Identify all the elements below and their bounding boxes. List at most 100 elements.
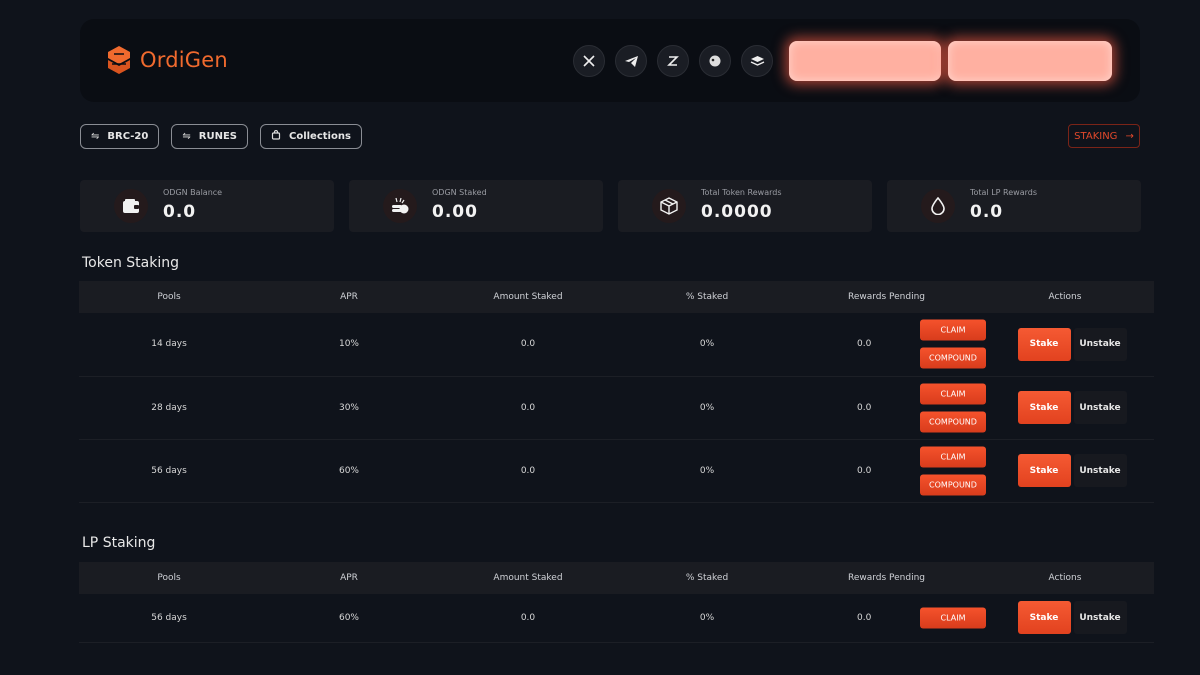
column-header: Amount Staked	[439, 562, 617, 594]
column-header: % Staked	[617, 562, 797, 594]
actions-cell: Stake Unstake	[976, 594, 1154, 643]
ordigen-logo-icon	[108, 46, 130, 74]
stat-label: Total Token Rewards	[701, 188, 782, 197]
drop-icon	[921, 189, 955, 223]
top-header: OrdiGen	[80, 19, 1140, 102]
stat-value: 0.0	[163, 202, 197, 222]
chip-collections[interactable]: Collections	[259, 124, 362, 149]
token-staking-table: Pools APR Amount Staked % Staked Rewards…	[79, 281, 1154, 503]
column-header: Pools	[79, 281, 259, 313]
swap-icon: ⇋	[182, 131, 191, 142]
chip-label: BRC-20	[107, 131, 149, 142]
unstake-button[interactable]: Unstake	[1073, 601, 1127, 635]
lp-staking-table: Pools APR Amount Staked % Staked Rewards…	[79, 562, 1154, 643]
coingecko-icon[interactable]	[699, 45, 731, 77]
compound-button[interactable]: COMPOUND	[920, 474, 986, 495]
compound-button[interactable]: COMPOUND	[920, 411, 986, 432]
stake-button[interactable]: Stake	[1017, 601, 1071, 635]
chip-label: RUNES	[198, 131, 237, 142]
header-action-button-1[interactable]	[789, 41, 941, 81]
stat-label: Total LP Rewards	[970, 188, 1038, 197]
apr-cell: 10%	[259, 313, 439, 377]
column-header: % Staked	[617, 281, 797, 313]
x-icon[interactable]	[573, 45, 605, 77]
stat-label: ODGN Balance	[163, 188, 223, 197]
actions-cell: Stake Unstake	[976, 313, 1154, 377]
arrow-right-icon: →	[1125, 130, 1134, 142]
rewards-cell: 0.0 CLAIM	[797, 594, 986, 643]
rewards-value: 0.0	[857, 465, 872, 476]
pool-cell: 14 days	[79, 313, 259, 377]
stat-card-staked: ODGN Staked 0.00	[349, 180, 603, 232]
lp-staking-title: LP Staking	[82, 535, 156, 551]
table-header-row: Pools APR Amount Staked % Staked Rewards…	[79, 562, 1154, 594]
rewards-value: 0.0	[857, 339, 872, 350]
table-row: 56 days 60% 0.0 0% 0.0 CLAIM Stake Unsta…	[79, 594, 1154, 643]
actions-cell: Stake Unstake	[976, 439, 1154, 503]
claim-button[interactable]: CLAIM	[920, 446, 986, 467]
table-header-row: Pools APR Amount Staked % Staked Rewards…	[79, 281, 1154, 313]
stake-button[interactable]: Stake	[1017, 327, 1071, 361]
column-header: Rewards Pending	[797, 562, 976, 594]
staking-button[interactable]: STAKING →	[1068, 124, 1140, 148]
amount-cell: 0.0	[439, 376, 617, 440]
chip-brc20[interactable]: ⇋ BRC-20	[80, 124, 160, 149]
unstake-button[interactable]: Unstake	[1073, 391, 1127, 424]
chip-label: Collections	[288, 131, 351, 142]
stat-value: 0.0000	[701, 202, 773, 222]
claim-button[interactable]: CLAIM	[920, 607, 986, 629]
dextools-icon[interactable]	[657, 45, 689, 77]
unstake-button[interactable]: Unstake	[1073, 454, 1127, 487]
apr-cell: 60%	[259, 594, 439, 643]
staking-label: STAKING	[1074, 130, 1118, 142]
column-header: Actions	[976, 281, 1154, 313]
stat-value: 0.0	[970, 202, 1004, 222]
stake-button[interactable]: Stake	[1017, 454, 1071, 487]
stake-button[interactable]: Stake	[1017, 391, 1071, 424]
table-row: 56 days 60% 0.0 0% 0.0 CLAIM COMPOUND St…	[79, 439, 1154, 503]
rewards-cell: 0.0 CLAIM COMPOUND	[797, 313, 986, 377]
stat-card-lp-rewards: Total LP Rewards 0.0	[887, 180, 1141, 232]
pct-cell: 0%	[617, 439, 797, 503]
rewards-value: 0.0	[857, 402, 872, 413]
claim-button[interactable]: CLAIM	[920, 383, 986, 404]
column-header: Amount Staked	[439, 281, 617, 313]
pct-cell: 0%	[617, 594, 797, 643]
apr-cell: 30%	[259, 376, 439, 440]
token-staking-title: Token Staking	[82, 255, 179, 271]
telegram-icon[interactable]	[615, 45, 647, 77]
swap-icon: ⇋	[91, 131, 100, 142]
brand-logo[interactable]: OrdiGen	[106, 45, 228, 75]
column-header: Pools	[79, 562, 259, 594]
actions-cell: Stake Unstake	[976, 376, 1154, 440]
table-row: 28 days 30% 0.0 0% 0.0 CLAIM COMPOUND St…	[79, 376, 1154, 440]
column-header: APR	[259, 562, 439, 594]
pool-cell: 56 days	[79, 439, 259, 503]
column-header: Rewards Pending	[797, 281, 976, 313]
amount-cell: 0.0	[439, 313, 617, 377]
bag-icon	[271, 129, 281, 143]
apr-cell: 60%	[259, 439, 439, 503]
rewards-cell: 0.0 CLAIM COMPOUND	[797, 439, 986, 503]
column-header: Actions	[976, 562, 1154, 594]
claim-button[interactable]: CLAIM	[920, 319, 986, 341]
pool-cell: 56 days	[79, 594, 259, 643]
unstake-button[interactable]: Unstake	[1073, 327, 1127, 361]
compound-button[interactable]: COMPOUND	[920, 347, 986, 369]
rewards-cell: 0.0 CLAIM COMPOUND	[797, 376, 986, 440]
amount-cell: 0.0	[439, 594, 617, 643]
chip-runes[interactable]: ⇋ RUNES	[171, 124, 248, 149]
table-row: 14 days 10% 0.0 0% 0.0 CLAIM COMPOUND St…	[79, 313, 1154, 377]
box-icon	[652, 189, 686, 223]
brand-name: OrdiGen	[140, 48, 228, 72]
column-header: APR	[259, 281, 439, 313]
stat-value: 0.00	[432, 202, 478, 222]
header-action-button-2[interactable]	[948, 41, 1112, 81]
pct-cell: 0%	[617, 376, 797, 440]
docs-icon[interactable]	[741, 45, 773, 77]
stat-label: ODGN Staked	[432, 188, 487, 197]
pool-cell: 28 days	[79, 376, 259, 440]
stat-card-balance: ODGN Balance 0.0	[80, 180, 334, 232]
wallet-icon	[114, 189, 148, 223]
stat-card-token-rewards: Total Token Rewards 0.0000	[618, 180, 872, 232]
